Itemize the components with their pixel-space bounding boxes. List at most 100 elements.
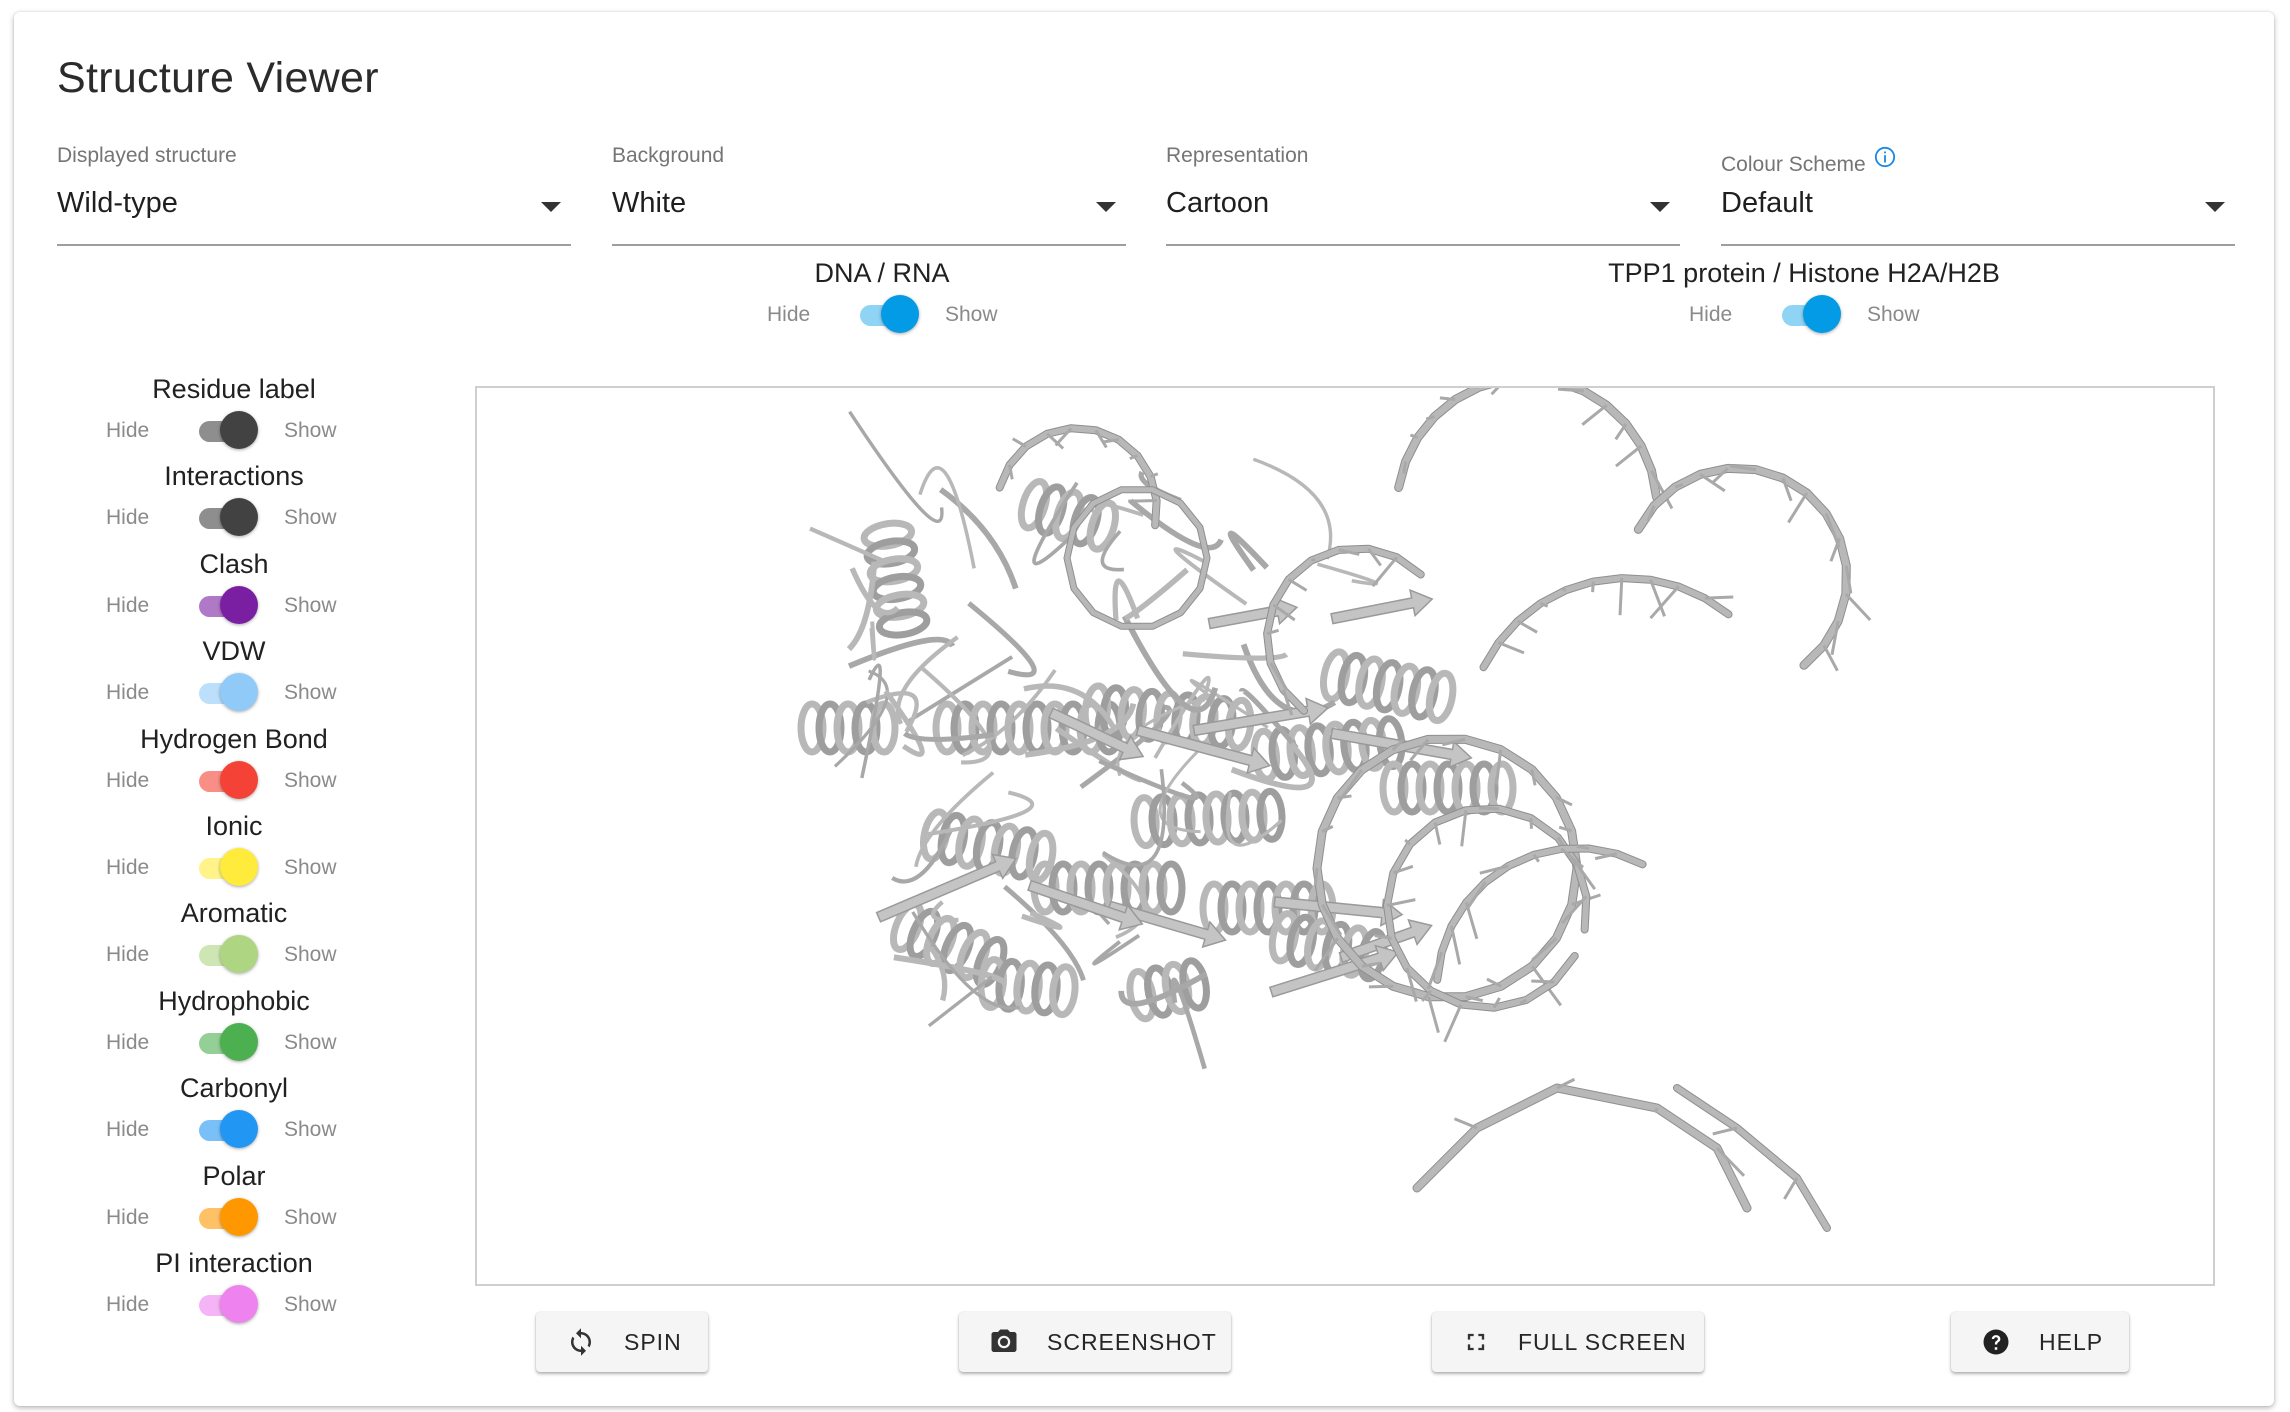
clash-title: Clash [199, 548, 269, 579]
residue-label-toggle-row: Hide Show [64, 409, 404, 453]
aromatic-toggle-row: Hide Show [64, 933, 404, 977]
show-label: Show [284, 593, 337, 617]
interactions-toggle-row: Hide Show [64, 496, 404, 540]
info-icon[interactable] [1874, 146, 1896, 174]
molecular-structure-render [797, 371, 1872, 1232]
chevron-down-icon [1096, 202, 1116, 212]
aromatic-toggle-group: Aromatic Hide Show [64, 898, 404, 977]
show-label: Show [945, 303, 998, 326]
clash-toggle-row: Hide Show [64, 584, 404, 628]
displayed-structure-select[interactable]: Displayed structure Wild-type [57, 140, 571, 246]
vdw-title: VDW [202, 636, 266, 667]
help-button[interactable]: HELP [1951, 1312, 2129, 1372]
polar-toggle-group: Polar Hide Show [64, 1161, 404, 1240]
dna-rna-title: DNA / RNA [814, 258, 950, 288]
show-label: Show [284, 1293, 337, 1316]
colour-scheme-label-row: Colour Scheme [1721, 146, 1896, 177]
hide-label: Hide [106, 506, 150, 530]
hydrogen-bond-title: Hydrogen Bond [140, 723, 328, 754]
hide-label: Hide [106, 768, 150, 792]
screenshot-button[interactable]: SCREENSHOT [959, 1312, 1231, 1372]
background-value: White [612, 187, 687, 219]
fullscreen-icon [1467, 1333, 1485, 1351]
fullscreen-button[interactable]: FULL SCREEN [1432, 1312, 1704, 1372]
hydrophobic-switch-thumb[interactable] [220, 1022, 258, 1061]
ionic-toggle-group: Ionic Hide Show [64, 811, 404, 890]
hydrophobic-title: Hydrophobic [158, 985, 310, 1016]
dna-rna-toggle-group: DNA / RNA Hide Show [732, 258, 1032, 337]
pi-interaction-toggle-row: Hide Show [64, 1283, 404, 1327]
residue-label-switch-thumb[interactable] [220, 411, 258, 449]
tpp1-switch-thumb[interactable] [1803, 295, 1841, 333]
hide-label: Hide [106, 943, 150, 967]
hydrogen-bond-toggle-row: Hide Show [64, 759, 404, 803]
hydrophobic-toggle-group: Hydrophobic Hide Show [64, 986, 404, 1065]
background-select[interactable]: Background White [612, 140, 1126, 246]
interactions-title: Interactions [164, 461, 304, 492]
colour-scheme-label: Colour Scheme [1721, 153, 1866, 176]
polar-title: Polar [202, 1160, 266, 1191]
hide-label: Hide [106, 1205, 150, 1229]
vdw-toggle-group: VDW Hide Show [64, 636, 404, 715]
hide-label: Hide [106, 681, 150, 705]
residue-label-toggle-group: Residue label Hide Show [64, 374, 404, 453]
residue-label-title: Residue label [152, 374, 316, 404]
show-label: Show [284, 506, 337, 530]
tpp1-toggle-group: TPP1 protein / Histone H2A/H2B Hide Show [1554, 258, 2054, 337]
carbonyl-switch-thumb[interactable] [220, 1110, 258, 1149]
show-label: Show [284, 943, 337, 967]
dna-rna-switch-thumb[interactable] [881, 295, 919, 333]
carbonyl-toggle-group: Carbonyl Hide Show [64, 1073, 404, 1152]
help-label: HELP [2039, 1328, 2104, 1355]
hydrogen-bond-switch-thumb[interactable] [220, 760, 258, 799]
vdw-toggle-row: Hide Show [64, 671, 404, 715]
spin-label: SPIN [624, 1328, 682, 1355]
show-label: Show [284, 419, 337, 442]
hide-label: Hide [106, 1030, 150, 1054]
chevron-down-icon [541, 202, 561, 212]
hide-label: Hide [767, 303, 811, 326]
representation-label: Representation [1166, 144, 1309, 167]
hide-label: Hide [1689, 303, 1733, 326]
carbonyl-title: Carbonyl [179, 1073, 289, 1104]
interactions-toggle-group: Interactions Hide Show [64, 461, 404, 540]
tpp1-toggle-row: Hide Show [1554, 293, 2054, 337]
pi-interaction-switch-thumb[interactable] [220, 1285, 258, 1323]
show-label: Show [284, 1030, 337, 1054]
chevron-down-icon [1650, 202, 1670, 212]
background-label: Background [612, 144, 725, 167]
colour-scheme-select[interactable]: Colour Scheme Default [1721, 140, 2235, 246]
displayed-structure-label: Displayed structure [57, 144, 237, 167]
ionic-switch-thumb[interactable] [220, 848, 258, 886]
representation-value: Cartoon [1166, 187, 1270, 219]
camera-icon [991, 1329, 1017, 1352]
interactions-switch-thumb[interactable] [220, 498, 258, 537]
ionic-title: Ionic [205, 811, 263, 841]
help-icon [1983, 1329, 2009, 1355]
representation-select[interactable]: Representation Cartoon [1166, 140, 1680, 246]
clash-switch-thumb[interactable] [220, 585, 258, 624]
hide-label: Hide [106, 856, 150, 879]
colour-scheme-value: Default [1721, 187, 1813, 219]
show-label: Show [284, 681, 337, 705]
ionic-toggle-row: Hide Show [64, 846, 404, 890]
show-label: Show [284, 1205, 337, 1229]
dna-rna-toggle-row: Hide Show [732, 293, 1032, 337]
carbonyl-toggle-row: Hide Show [64, 1108, 404, 1152]
screenshot-label: SCREENSHOT [1047, 1328, 1217, 1355]
aromatic-title: Aromatic [180, 898, 288, 929]
structure-viewer-card: Structure Viewer Displayed structure Wil… [14, 12, 2274, 1406]
aromatic-switch-thumb[interactable] [220, 935, 258, 974]
spin-button[interactable]: SPIN [536, 1312, 708, 1372]
hide-label: Hide [106, 1293, 150, 1316]
vdw-switch-thumb[interactable] [220, 673, 258, 712]
polar-switch-thumb[interactable] [220, 1197, 258, 1236]
hydrophobic-toggle-row: Hide Show [64, 1021, 404, 1065]
hide-label: Hide [106, 1118, 150, 1142]
displayed-structure-value: Wild-type [57, 187, 178, 219]
show-label: Show [284, 768, 337, 792]
pi-interaction-title: PI interaction [155, 1248, 313, 1278]
structure-viewer-canvas[interactable] [475, 371, 2215, 1286]
pi-interaction-toggle-group: PI interaction Hide Show [64, 1248, 404, 1327]
page-title: Structure Viewer [57, 54, 379, 102]
